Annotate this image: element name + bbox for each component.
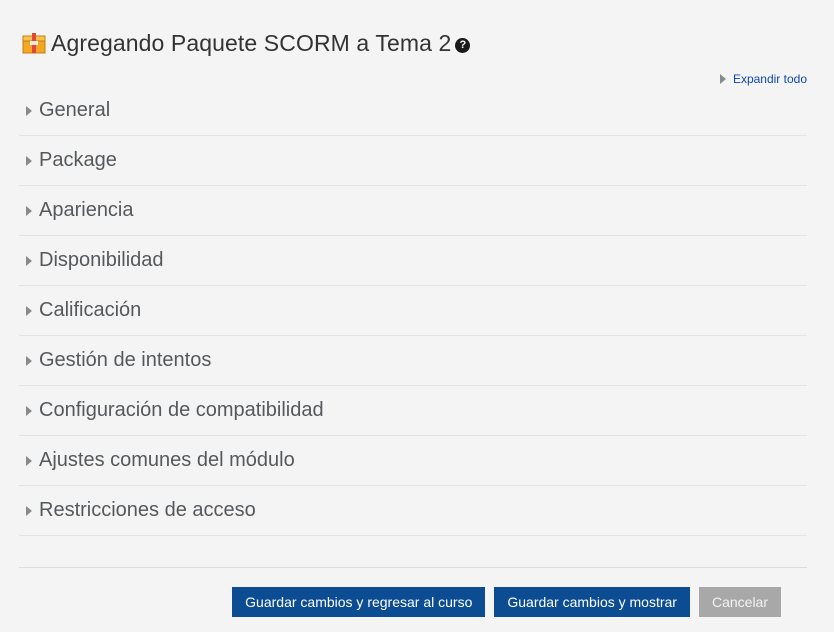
form-actions: Guardar cambios y regresar al curso Guar… [232,587,781,617]
caret-right-icon [26,355,32,366]
page-header: Agregando Paquete SCORM a Tema 2 ? [22,28,471,58]
section-label[interactable]: Configuración de compatibilidad [39,399,324,422]
package-icon [22,32,46,54]
caret-right-icon [26,255,32,266]
caret-right-icon [719,74,726,84]
section-label[interactable]: Gestión de intentos [39,349,211,372]
cancel-button[interactable]: Cancelar [698,587,781,617]
caret-right-icon [26,305,32,316]
page: Agregando Paquete SCORM a Tema 2 ? Expan… [0,0,834,632]
question-circle-icon[interactable]: ? [455,37,471,53]
section-calificacion[interactable]: Calificación [19,286,807,336]
section-label[interactable]: General [39,99,110,122]
section-label[interactable]: Package [39,149,117,172]
expand-all-label[interactable]: Expandir todo [733,72,807,86]
form-sections: General Package Apariencia Disponibilida… [19,86,807,536]
expand-all-link[interactable]: Expandir todo [719,72,807,86]
caret-right-icon [26,205,32,216]
section-ajustes-comunes[interactable]: Ajustes comunes del módulo [19,436,807,486]
section-disponibilidad[interactable]: Disponibilidad [19,236,807,286]
section-label[interactable]: Restricciones de acceso [39,499,256,522]
section-restricciones[interactable]: Restricciones de acceso [19,486,807,536]
save-and-return-button[interactable]: Guardar cambios y regresar al curso [232,587,486,617]
page-title: Agregando Paquete SCORM a Tema 2 [51,29,452,56]
section-compatibilidad[interactable]: Configuración de compatibilidad [19,386,807,436]
section-general[interactable]: General [19,86,807,136]
section-gestion-intentos[interactable]: Gestión de intentos [19,336,807,386]
save-and-display-button[interactable]: Guardar cambios y mostrar [494,587,690,617]
section-label[interactable]: Calificación [39,299,141,322]
section-package[interactable]: Package [19,136,807,186]
caret-right-icon [26,455,32,466]
caret-right-icon [26,155,32,166]
caret-right-icon [26,405,32,416]
section-label[interactable]: Apariencia [39,199,134,222]
section-label[interactable]: Disponibilidad [39,249,164,272]
section-apariencia[interactable]: Apariencia [19,186,807,236]
caret-right-icon [26,505,32,516]
form-divider [19,567,807,568]
section-label[interactable]: Ajustes comunes del módulo [39,449,295,472]
caret-right-icon [26,105,32,116]
